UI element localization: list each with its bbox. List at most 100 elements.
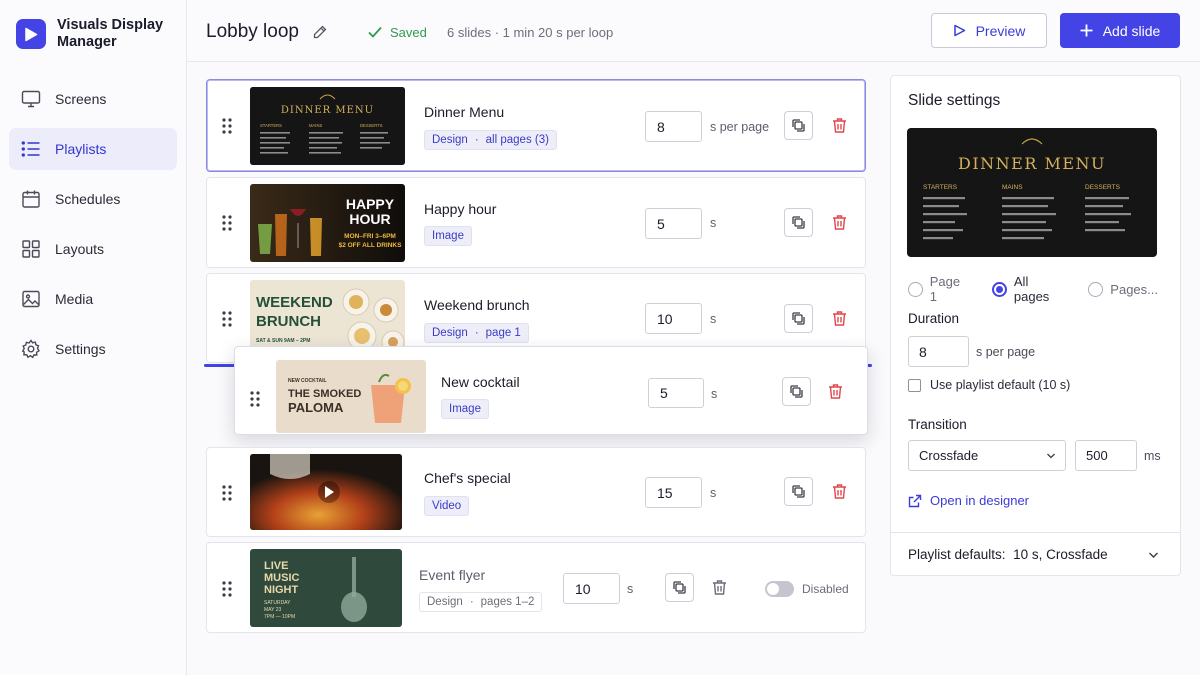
duration-unit: s per page — [710, 120, 770, 134]
nav-item-media[interactable]: Media — [9, 278, 177, 320]
ms-unit: ms — [1144, 449, 1161, 463]
tag-detail: pages 1–2 — [480, 596, 535, 608]
duplicate-button[interactable] — [782, 377, 811, 406]
slide-thumbnail: HAPPY HOUR MON–FRI 3–6PM $2 OFF ALL DRIN… — [250, 184, 405, 262]
preview-col-label: MAINS — [1002, 184, 1023, 191]
nav-item-schedules[interactable]: Schedules — [9, 178, 177, 220]
layout-grid-icon — [22, 240, 40, 258]
slide-type-tag: Video — [424, 496, 470, 516]
nav-item-layouts[interactable]: Layouts — [9, 228, 177, 270]
duplicate-button[interactable] — [784, 208, 813, 237]
thumb-line: WEEKEND — [256, 294, 333, 311]
duration-input[interactable]: 8 — [645, 111, 702, 142]
dinner-menu-preview-artwork: DINNER MENU STARTERS MAINS DESSERTS — [907, 128, 1157, 257]
nav-label: Settings — [55, 341, 106, 357]
transition-ms-input[interactable]: 500 — [1075, 440, 1137, 471]
slide-name: Weekend brunch — [424, 297, 530, 313]
duration-unit: s — [710, 486, 717, 500]
slide-thumbnail: NEW COCKTAIL THE SMOKED PALOMA — [276, 360, 426, 433]
dragging-slide-row[interactable]: NEW COCKTAIL THE SMOKED PALOMA New cockt… — [234, 346, 868, 435]
saved-status: Saved — [367, 24, 427, 40]
slide-row[interactable]: DINNER MENU STARTERS MAINS DESSERTS Dinn… — [206, 79, 866, 172]
add-slide-button[interactable]: Add slide — [1060, 13, 1180, 48]
slide-type-tag: Design · pages 1–2 — [419, 592, 543, 612]
enabled-toggle[interactable] — [765, 581, 794, 597]
radio-label: All pages — [1013, 274, 1050, 304]
chevron-down-icon — [1047, 453, 1055, 459]
duration-label: Duration — [908, 311, 960, 326]
thumb-line: THE SMOKED — [288, 388, 361, 400]
drag-handle-icon[interactable] — [221, 117, 233, 135]
thumb-title: DINNER MENU — [281, 105, 374, 116]
brand[interactable]: Visuals Display Manager — [16, 17, 167, 51]
preview-button[interactable]: Preview — [931, 13, 1047, 48]
duplicate-button[interactable] — [784, 304, 813, 333]
chevron-down-icon[interactable] — [1148, 551, 1159, 559]
thumb-kicker: NEW COCKTAIL — [288, 378, 327, 384]
tag-type: Design — [427, 596, 463, 608]
nav-label: Playlists — [55, 141, 107, 157]
thumb-line: NIGHT — [264, 584, 299, 596]
slide-row[interactable]: HAPPY HOUR MON–FRI 3–6PM $2 OFF ALL DRIN… — [206, 177, 866, 268]
nav-item-settings[interactable]: Settings — [9, 328, 177, 370]
slide-type-tag: Design · page 1 — [424, 323, 529, 343]
sidebar: Visuals Display Manager Screens Playlist… — [0, 0, 187, 675]
nav-label: Screens — [55, 91, 107, 107]
open-in-designer-link[interactable]: Open in designer — [908, 493, 1029, 508]
trash-icon[interactable] — [831, 214, 848, 231]
duration-input[interactable]: 10 — [563, 573, 620, 604]
slide-name: Happy hour — [424, 201, 497, 217]
nav-item-screens[interactable]: Screens — [9, 78, 177, 120]
duplicate-button[interactable] — [784, 111, 813, 140]
duration-field[interactable]: 8 — [908, 336, 969, 367]
thumb-sub: SATURDAY — [264, 600, 291, 606]
duration-input[interactable]: 10 — [645, 303, 702, 334]
drag-handle-icon[interactable] — [249, 390, 261, 408]
duplicate-button[interactable] — [784, 477, 813, 506]
duration-input[interactable]: 5 — [648, 378, 704, 408]
defaults-value: 10 s, Crossfade — [1013, 547, 1108, 562]
duplicate-icon — [792, 216, 805, 229]
trash-icon[interactable] — [831, 117, 848, 134]
drag-handle-icon[interactable] — [221, 580, 233, 598]
radio-pages-custom[interactable]: Pages... — [1088, 281, 1158, 297]
add-slide-label: Add slide — [1102, 22, 1161, 39]
slide-type-tag: Design · all pages (3) — [424, 130, 557, 150]
transition-select[interactable]: Crossfade — [908, 440, 1066, 471]
duration-unit: s — [710, 312, 717, 326]
checkbox-box — [908, 378, 921, 392]
trash-icon[interactable] — [831, 310, 848, 327]
duration-input[interactable]: 5 — [645, 208, 702, 239]
radio-page-1[interactable]: Page 1 — [908, 274, 970, 304]
slide-type-tag: Image — [424, 226, 472, 246]
thumb-col-label: STARTERS — [260, 123, 282, 128]
playlist-defaults-toggle[interactable]: Playlist defaults: 10 s, Crossfade — [908, 547, 1108, 562]
slide-row[interactable]: LIVE MUSIC NIGHT SATURDAY MAY 23 7PM — 1… — [206, 542, 866, 633]
new-cocktail-artwork: NEW COCKTAIL THE SMOKED PALOMA — [276, 360, 426, 433]
duplicate-button[interactable] — [665, 573, 694, 602]
pencil-icon[interactable] — [312, 24, 328, 40]
app-name: Visuals Display Manager — [57, 17, 164, 50]
radio-circle — [992, 281, 1007, 297]
duplicate-icon — [792, 312, 805, 325]
slide-row[interactable]: Chef's special Video 15 s — [206, 447, 866, 537]
duplicate-icon — [792, 119, 805, 132]
slide-type-tag: Image — [441, 399, 489, 419]
drag-handle-icon[interactable] — [221, 310, 233, 328]
radio-all-pages[interactable]: All pages — [992, 274, 1066, 304]
saved-label: Saved — [390, 24, 427, 40]
pages-radio-group: Page 1 All pages Pages... — [908, 274, 1180, 304]
drag-handle-icon[interactable] — [221, 214, 233, 232]
tag-type: Design — [432, 134, 468, 146]
thumb-sub: MAY 23 — [264, 607, 282, 613]
trash-icon[interactable] — [711, 579, 728, 596]
tag-type: Image — [449, 403, 481, 415]
drag-handle-icon[interactable] — [221, 484, 233, 502]
happy-hour-artwork: HAPPY HOUR MON–FRI 3–6PM $2 OFF ALL DRIN… — [250, 184, 405, 262]
nav-label: Schedules — [55, 191, 121, 207]
trash-icon[interactable] — [831, 483, 848, 500]
trash-icon[interactable] — [827, 383, 844, 400]
use-default-checkbox[interactable]: Use playlist default (10 s) — [908, 378, 1070, 392]
duration-input[interactable]: 15 — [645, 477, 702, 508]
nav-item-playlists[interactable]: Playlists — [9, 128, 177, 170]
